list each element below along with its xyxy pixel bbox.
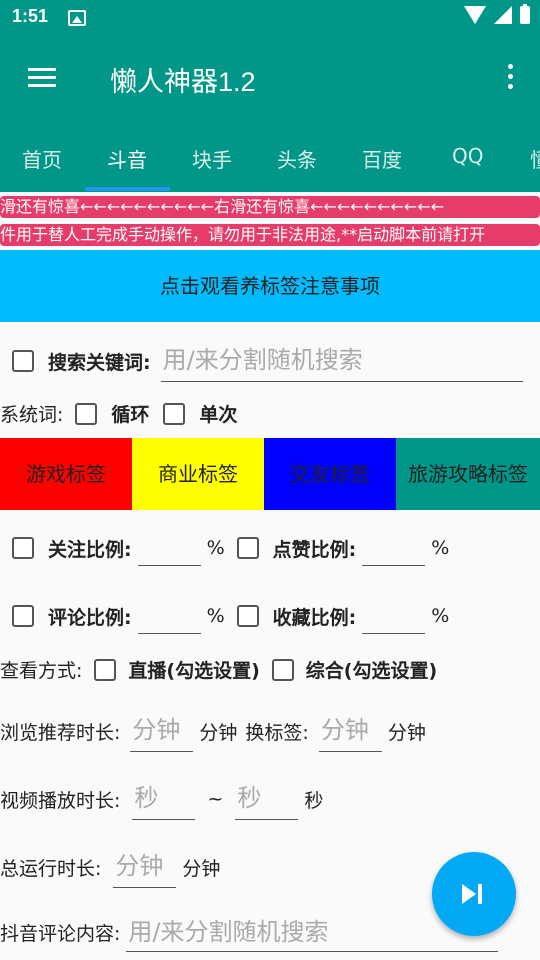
wifi-icon — [464, 6, 486, 24]
video-unit: 秒 — [304, 789, 324, 812]
tab-baidu[interactable]: 百度 — [362, 144, 402, 173]
skip-next-icon-bar — [478, 884, 482, 904]
once-label: 单次 — [199, 404, 238, 426]
game-tag-button[interactable]: 游戏标签 — [0, 438, 132, 510]
mixed-checkbox[interactable] — [271, 658, 294, 681]
total-input[interactable]: 分钟 — [113, 846, 177, 888]
tab-kuaishou[interactable]: 块手 — [192, 144, 232, 173]
video-min-input[interactable]: 秒 — [132, 778, 196, 820]
search-checkbox[interactable] — [12, 350, 34, 372]
marquee-disclaimer: 件用于替人工完成手动操作，请勿用于非法用途,**启动脚本前请打开 — [0, 224, 540, 246]
browse-label: 浏览推荐时长: — [0, 721, 121, 744]
tab-more[interactable]: 懂 — [530, 144, 540, 173]
comment-pct: % — [206, 605, 225, 627]
business-tag-button[interactable]: 商业标签 — [132, 438, 264, 510]
like-input[interactable] — [362, 530, 426, 566]
tab-indicator — [85, 187, 170, 191]
live-checkbox[interactable] — [94, 658, 117, 681]
ratio-row-2: 评论比例: % 收藏比例: % — [12, 598, 449, 634]
status-icons — [464, 4, 530, 24]
loop-checkbox[interactable] — [75, 402, 98, 425]
collect-input[interactable] — [362, 598, 426, 634]
browse-unit: 分钟 — [199, 721, 238, 744]
marquee-hint: 滑还有惊喜←←←←←←←←←←右滑还有惊喜←←←←←←←←←← — [0, 196, 540, 218]
app-title: 懒人神器1.2 — [110, 67, 256, 97]
menu-icon[interactable] — [28, 68, 56, 88]
comment-content-row: 抖音评论内容: 用/来分割随机搜索 — [0, 912, 499, 952]
app-bar: 懒人神器1.2 — [0, 36, 540, 120]
travel-tag-button[interactable]: 旅游攻略标签 — [396, 438, 540, 510]
total-row: 总运行时长: 分钟 分钟 — [0, 846, 220, 888]
comment-content-label: 抖音评论内容: — [0, 922, 121, 945]
loop-label: 循环 — [111, 404, 150, 426]
follow-input[interactable] — [137, 530, 201, 566]
gallery-notification-icon — [68, 10, 86, 26]
video-row: 视频播放时长: 秒 ~ 秒 秒 — [0, 778, 323, 820]
live-label: 直播(勾选设置) — [128, 660, 260, 682]
notice-button[interactable]: 点击观看养标签注意事项 — [0, 250, 540, 322]
tab-toutiao[interactable]: 头条 — [277, 144, 317, 173]
follow-checkbox[interactable] — [12, 537, 34, 559]
like-pct: % — [431, 537, 450, 559]
view-mode-label: 查看方式: — [0, 660, 83, 682]
ratio-row-1: 关注比例: % 点赞比例: % — [12, 530, 449, 566]
tab-qq[interactable]: QQ — [452, 144, 483, 168]
like-checkbox[interactable] — [236, 537, 259, 559]
collect-checkbox[interactable] — [236, 605, 259, 627]
tab-home[interactable]: 首页 — [22, 144, 62, 173]
status-time: 1:51 — [12, 6, 49, 26]
total-label: 总运行时长: — [0, 857, 102, 880]
signal-icon — [494, 6, 512, 24]
follow-pct: % — [206, 537, 225, 559]
search-input[interactable]: 用/来分割随机搜索 — [160, 340, 523, 382]
comment-input[interactable] — [137, 598, 201, 634]
view-mode-row: 查看方式: 直播(勾选设置) 综合(勾选设置) — [0, 656, 437, 683]
search-label: 搜索关键词: — [48, 351, 151, 374]
browse-input[interactable]: 分钟 — [130, 710, 194, 752]
social-tag-button[interactable]: 交友标签 — [264, 438, 396, 510]
collect-pct: % — [431, 605, 450, 627]
total-unit: 分钟 — [182, 857, 221, 880]
tag-buttons: 游戏标签 商业标签 交友标签 旅游攻略标签 — [0, 438, 540, 510]
video-separator: ~ — [207, 788, 224, 810]
status-bar: 1:51 — [0, 0, 540, 36]
follow-label: 关注比例: — [48, 538, 132, 561]
battery-icon — [520, 4, 530, 24]
switch-tag-input[interactable]: 分钟 — [318, 710, 382, 752]
video-label: 视频播放时长: — [0, 789, 121, 812]
system-label: 系统词: — [0, 404, 64, 426]
tab-douyin[interactable]: 斗音 — [107, 144, 147, 173]
video-max-input[interactable]: 秒 — [235, 778, 299, 820]
search-row: 搜索关键词: 用/来分割随机搜索 — [12, 340, 523, 382]
comment-label: 评论比例: — [48, 606, 132, 629]
overflow-menu-icon[interactable] — [508, 64, 514, 94]
skip-next-icon — [462, 884, 476, 904]
comment-checkbox[interactable] — [12, 605, 34, 627]
run-button[interactable] — [432, 852, 516, 936]
once-checkbox[interactable] — [163, 402, 186, 425]
browse-row: 浏览推荐时长: 分钟 分钟 换标签: 分钟 分钟 — [0, 710, 426, 752]
tab-bar: 首页 斗音 块手 头条 百度 QQ 懂 — [0, 120, 540, 192]
mixed-label: 综合(勾选设置) — [305, 660, 438, 682]
switch-tag-label: 换标签: — [245, 721, 309, 744]
like-label: 点赞比例: — [272, 538, 357, 561]
switch-tag-unit: 分钟 — [387, 721, 426, 744]
system-row: 系统词: 循环 单次 — [0, 400, 237, 427]
collect-label: 收藏比例: — [272, 606, 357, 629]
